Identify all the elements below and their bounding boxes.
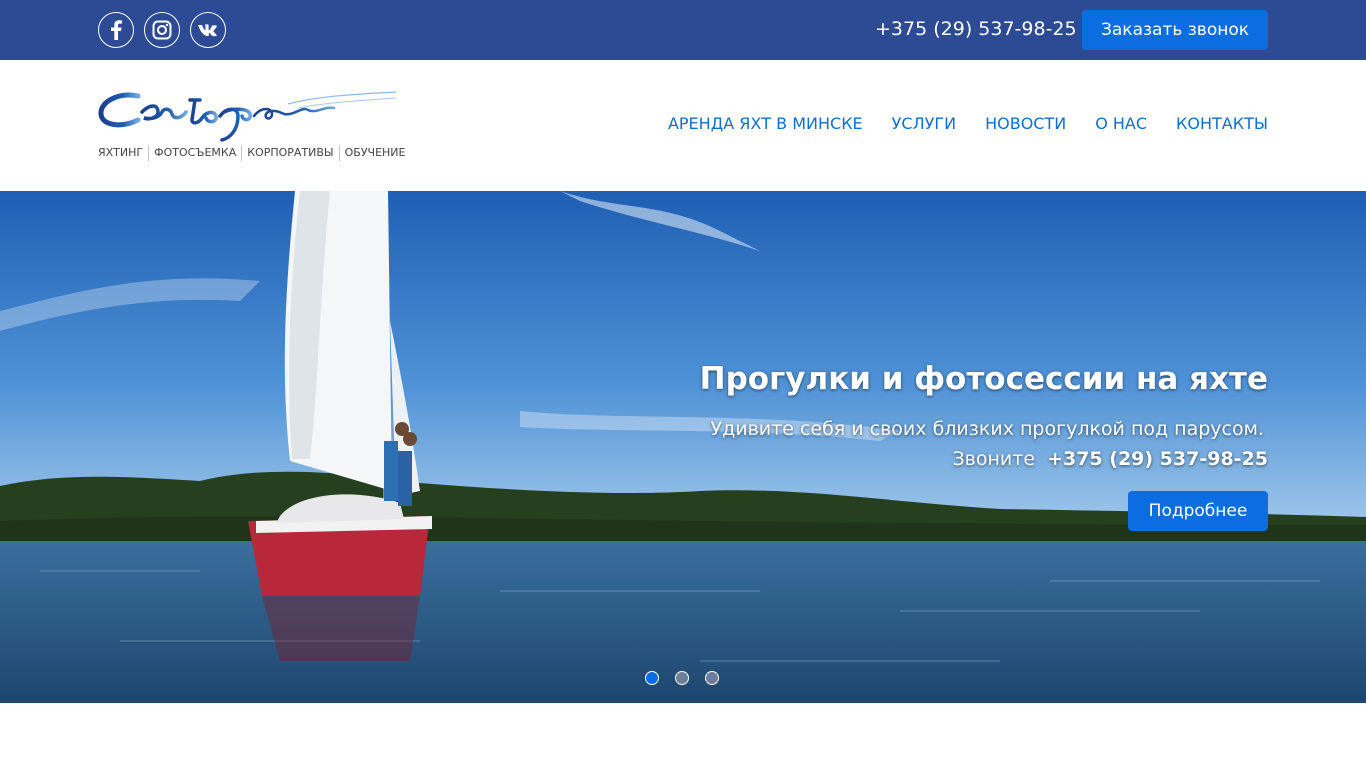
- hero-subtitle: Удивите себя и своих близких прогулкой п…: [710, 418, 1264, 440]
- hero-phone[interactable]: +375 (29) 537-98-25: [1047, 448, 1268, 470]
- slider-dot-1[interactable]: [645, 671, 659, 685]
- tagline-training: ОБУЧЕНИЕ: [338, 145, 411, 161]
- instagram-icon[interactable]: [144, 12, 180, 48]
- order-call-button[interactable]: Заказать звонок: [1082, 10, 1268, 50]
- slider-dot-2[interactable]: [675, 671, 689, 685]
- slider-dots: [645, 671, 719, 685]
- nav-contacts[interactable]: КОНТАКТЫ: [1176, 114, 1268, 133]
- nav-news[interactable]: НОВОСТИ: [985, 114, 1066, 133]
- topbar-phone[interactable]: +375 (29) 537-98-25: [875, 18, 1077, 40]
- logo[interactable]: [98, 86, 398, 142]
- slider-dot-3[interactable]: [705, 671, 719, 685]
- hero-call-prefix: Звоните: [952, 448, 1036, 470]
- header: ЯХТИНГ ФОТОСЪЕМКА КОРПОРАТИВЫ ОБУЧЕНИЕ А…: [0, 60, 1366, 191]
- hero-slider: Прогулки и фотосессии на яхте Удивите се…: [0, 191, 1366, 703]
- top-bar: +375 (29) 537-98-25 Заказать звонок: [0, 0, 1366, 60]
- main-nav: АРЕНДА ЯХТ В МИНСКЕ УСЛУГИ НОВОСТИ О НАС…: [668, 114, 1268, 133]
- nav-yacht-rental[interactable]: АРЕНДА ЯХТ В МИНСКЕ: [668, 114, 863, 133]
- nav-services[interactable]: УСЛУГИ: [892, 114, 956, 133]
- hero-call-line: Звоните +375 (29) 537-98-25: [952, 448, 1268, 470]
- tagline-corporate: КОРПОРАТИВЫ: [241, 145, 338, 161]
- vk-icon[interactable]: [190, 12, 226, 48]
- facebook-icon[interactable]: [98, 12, 134, 48]
- hero-title: Прогулки и фотосессии на яхте: [699, 361, 1268, 397]
- logo-tagline: ЯХТИНГ ФОТОСЪЕМКА КОРПОРАТИВЫ ОБУЧЕНИЕ: [98, 145, 410, 161]
- tagline-photo: ФОТОСЪЕМКА: [148, 145, 241, 161]
- hero-image: [0, 191, 1366, 703]
- nav-about[interactable]: О НАС: [1095, 114, 1147, 133]
- more-button[interactable]: Подробнее: [1128, 491, 1268, 531]
- tagline-yachting: ЯХТИНГ: [98, 146, 144, 159]
